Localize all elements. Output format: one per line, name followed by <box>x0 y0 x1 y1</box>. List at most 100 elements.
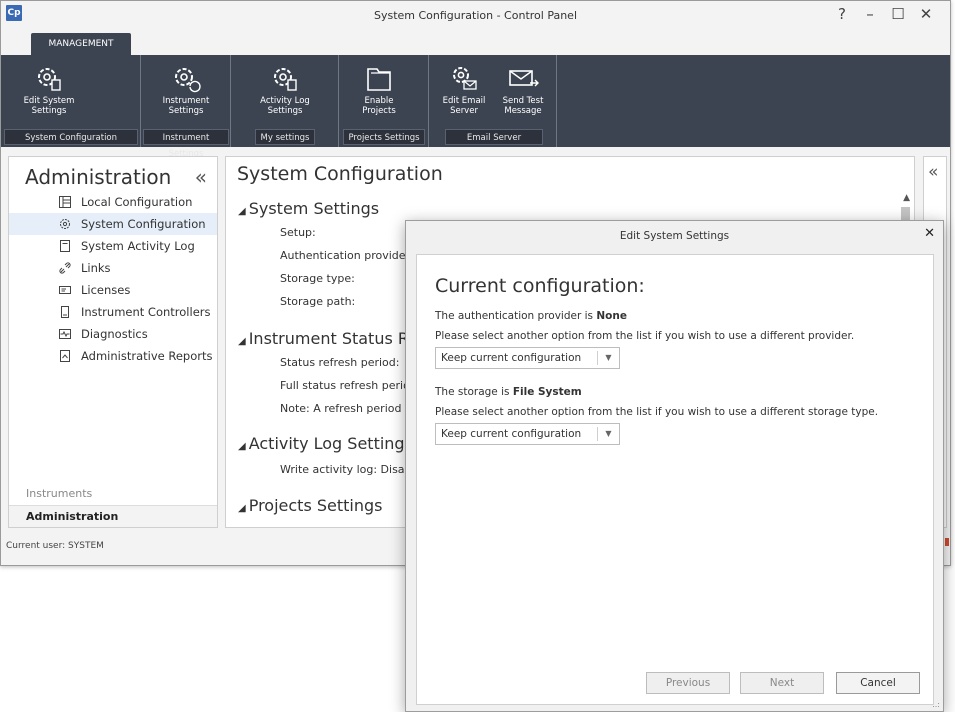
section-instrument-status[interactable]: ◢ Instrument Status Re <box>238 329 418 348</box>
nav-label: Administrative Reports <box>81 349 213 363</box>
admin-nav-list: Local Configuration System Configuration… <box>9 191 217 367</box>
instrument-settings-button[interactable]: Instrument Settings <box>156 61 216 127</box>
send-test-message-label: Send Test Message <box>502 96 544 116</box>
enable-projects-button[interactable]: Enable Projects <box>349 61 409 127</box>
report-icon <box>60 350 70 362</box>
section-activity-log-settings[interactable]: ◢ Activity Log Settings <box>238 434 413 453</box>
field-full-status-refresh: Full status refresh period <box>280 379 417 392</box>
log-icon <box>60 240 70 252</box>
collapse-left-panel-button[interactable]: « <box>195 165 207 189</box>
auth-provider-select-value: Keep current configuration <box>441 352 582 364</box>
nav-label: Instrument Controllers <box>81 305 211 319</box>
nav-item-links[interactable]: Links <box>9 257 217 279</box>
nav-label: Links <box>81 261 111 275</box>
scroll-up-arrow-icon[interactable]: ▲ <box>903 193 910 203</box>
nav-instruments[interactable]: Instruments <box>9 483 217 505</box>
edit-system-settings-label: Edit System Settings <box>23 96 75 116</box>
controller-icon <box>61 306 69 318</box>
close-window-button[interactable]: ✕ <box>914 4 938 24</box>
edit-email-server-button[interactable]: Edit Email Server <box>439 61 489 127</box>
nav-item-system-configuration[interactable]: System Configuration <box>9 213 217 235</box>
field-write-activity-log: Write activity log: Disabl <box>280 463 415 476</box>
administration-title: Administration <box>25 165 172 189</box>
nav-label: Licenses <box>81 283 131 297</box>
chevron-down-icon: ▼ <box>597 427 619 441</box>
auth-provider-select[interactable]: Keep current configuration ▼ <box>435 347 620 369</box>
auth-provider-hint: Please select another option from the li… <box>435 330 855 342</box>
auth-provider-text: The authentication provider is None <box>435 310 627 322</box>
field-authentication-provider: Authentication provider: <box>280 249 414 262</box>
help-button[interactable]: ? <box>830 4 854 24</box>
nav-label: System Activity Log <box>81 239 195 253</box>
storage-select[interactable]: Keep current configuration ▼ <box>435 423 620 445</box>
gear-document-icon <box>274 68 297 91</box>
resize-grip[interactable]: ..: <box>932 700 940 709</box>
status-indicator <box>945 538 949 546</box>
storage-hint: Please select another option from the li… <box>435 406 879 418</box>
storage-value: File System <box>512 386 582 398</box>
section-title: Instrument Status Re <box>248 329 419 348</box>
gear-refresh-icon <box>175 68 201 93</box>
group-label-email-server: Email Server <box>445 129 543 145</box>
cancel-button[interactable]: Cancel <box>836 672 920 694</box>
instrument-settings-label: Instrument Settings <box>162 96 210 116</box>
ribbon-group-system-configuration: Edit System Settings System Configuratio… <box>1 55 141 147</box>
ribbon-tab-management[interactable]: MANAGEMENT <box>31 33 131 55</box>
ribbon-group-email-server: Edit Email Server Send Test Message Emai… <box>429 55 557 147</box>
activity-log-settings-label: Activity Log Settings <box>260 96 310 116</box>
storage-prefix: The storage is <box>435 386 513 398</box>
collapse-triangle-icon: ◢ <box>238 206 246 217</box>
send-test-message-button[interactable]: Send Test Message <box>495 61 551 127</box>
nav-item-instrument-controllers[interactable]: Instrument Controllers <box>9 301 217 323</box>
maximize-button[interactable]: ☐ <box>886 4 910 24</box>
dialog-body: Current configuration: The authenticatio… <box>416 254 934 705</box>
edit-system-settings-dialog: Edit System Settings ✕ Current configura… <box>405 220 944 712</box>
local-config-icon <box>59 196 71 208</box>
section-system-settings[interactable]: ◢ System Settings <box>238 199 379 218</box>
nav-item-administrative-reports[interactable]: Administrative Reports <box>9 345 217 367</box>
next-button[interactable]: Next <box>740 672 824 694</box>
gear-mail-icon <box>453 67 477 90</box>
content-title: System Configuration <box>237 163 443 185</box>
section-title: System Settings <box>248 199 380 218</box>
collapse-triangle-icon: ◢ <box>238 441 246 452</box>
enable-projects-label: Enable Projects <box>362 96 396 116</box>
dialog-title: Edit System Settings <box>619 230 730 242</box>
section-title: Activity Log Settings <box>248 434 413 453</box>
license-icon <box>59 286 71 294</box>
auth-provider-prefix: The authentication provider is <box>435 310 597 322</box>
nav-item-system-activity-log[interactable]: System Activity Log <box>9 235 217 257</box>
gear-document-icon <box>38 68 61 91</box>
current-user-label: Current user: SYSTEM <box>6 541 104 551</box>
collapse-triangle-icon: ◢ <box>238 336 246 347</box>
expand-right-panel-button[interactable]: « <box>928 162 938 182</box>
group-label-instrument-settings: Instrument Settings <box>143 129 229 159</box>
window-title: System Configuration - Control Panel <box>373 9 577 22</box>
diagnostics-icon <box>59 329 71 339</box>
send-mail-icon <box>509 70 539 87</box>
field-status-refresh-period: Status refresh period: <box>280 356 400 369</box>
ribbon: Edit System Settings System Configuratio… <box>1 55 950 159</box>
section-projects-settings[interactable]: ◢ Projects Settings <box>238 496 383 515</box>
field-setup: Setup: <box>280 226 316 239</box>
nav-administration[interactable]: Administration <box>9 505 217 527</box>
edit-system-settings-button[interactable]: Edit System Settings <box>19 61 79 127</box>
edit-email-server-label: Edit Email Server <box>442 96 486 116</box>
title-bar: Cp System Configuration - Control Panel … <box>1 1 950 35</box>
nav-label: Local Configuration <box>81 195 193 209</box>
group-label-system-configuration: System Configuration <box>4 129 138 145</box>
administration-panel: Administration « Local Configuration Sys… <box>8 156 218 528</box>
collapse-triangle-icon: ◢ <box>238 503 246 514</box>
activity-log-settings-button[interactable]: Activity Log Settings <box>255 61 315 127</box>
nav-item-diagnostics[interactable]: Diagnostics <box>9 323 217 345</box>
group-label-projects-settings: Projects Settings <box>343 129 425 145</box>
nav-label: System Configuration <box>81 217 206 231</box>
chevron-down-icon: ▼ <box>597 351 619 365</box>
previous-button[interactable]: Previous <box>646 672 730 694</box>
nav-label: Diagnostics <box>81 327 148 341</box>
nav-item-licenses[interactable]: Licenses <box>9 279 217 301</box>
minimize-button[interactable]: – <box>858 4 882 24</box>
dialog-close-button[interactable]: ✕ <box>924 226 935 241</box>
auth-provider-value: None <box>596 310 627 322</box>
nav-item-local-configuration[interactable]: Local Configuration <box>9 191 217 213</box>
